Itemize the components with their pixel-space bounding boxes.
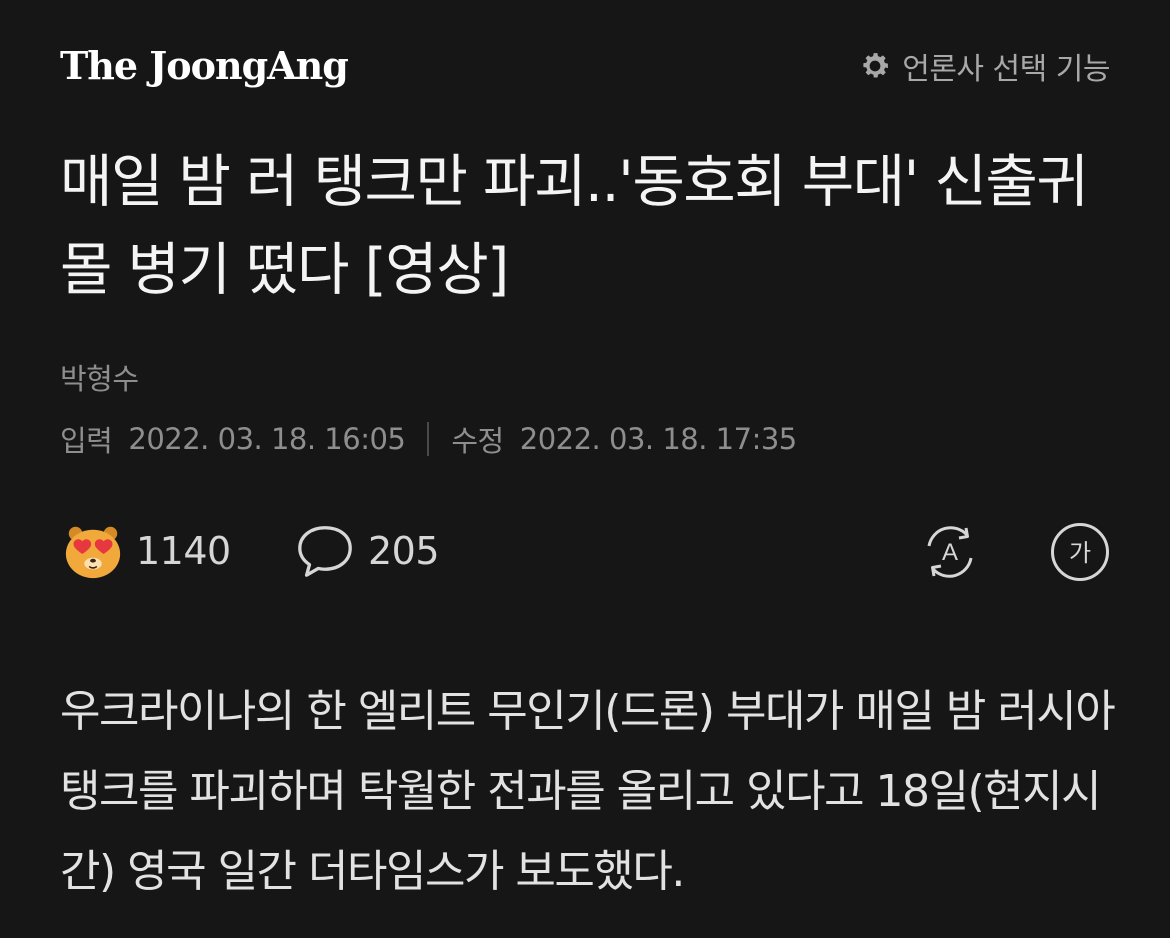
modified-label: 수정 [451,424,504,458]
translate-label: A [942,539,958,566]
article-action-bar: 1140 205 A 가 [60,518,1112,584]
author-name[interactable]: 박형수 [60,356,139,398]
article-headline: 매일 밤 러 탱크만 파괴..'동호회 부대' 신출귀몰 병기 떴다 [영상] [60,149,1089,303]
font-size-label: 가 [1069,539,1091,567]
translate-icon[interactable]: A [920,522,980,582]
article-body: 우크라이나의 한 엘리트 무인기(드론) 부대가 매일 밤 러시아 탱크를 파괴… [60,686,1116,897]
speech-bubble-icon [298,526,352,577]
press-select-label: 언론사 선택 기능 [902,52,1110,87]
gear-icon [863,53,889,78]
press-select-button[interactable]: 언론사 선택 기능 [858,46,1110,87]
comments-button[interactable]: 205 [294,518,440,584]
article-dates: 입력 2022. 03. 18. 16:05 수정 2022. 03. 18. … [60,418,797,460]
comment-count: 205 [368,529,440,573]
header: The JoongAng 언론사 선택 기능 [60,38,1110,94]
logo[interactable]: The JoongAng [60,40,349,92]
published-label: 입력 [60,424,113,458]
font-size-icon[interactable]: 가 [1050,522,1110,582]
date-divider [427,422,430,456]
reaction-count: 1140 [136,529,231,573]
reaction-button[interactable]: 1140 [62,518,231,584]
published-date: 2022. 03. 18. 16:05 [128,422,406,456]
modified-date: 2022. 03. 18. 17:35 [519,422,798,456]
heart-eyes-emoji-icon [65,526,121,579]
